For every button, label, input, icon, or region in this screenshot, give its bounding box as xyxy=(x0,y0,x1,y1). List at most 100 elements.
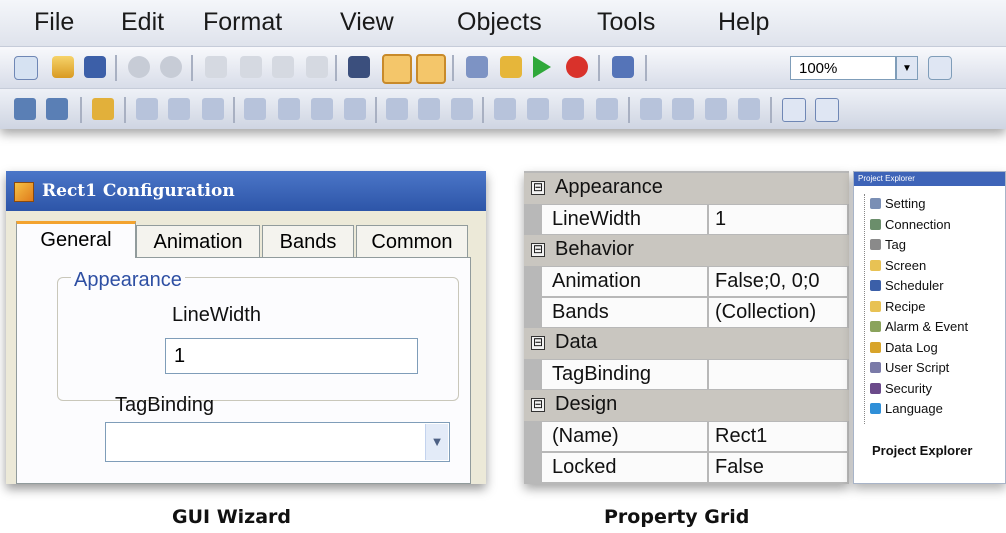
tree-item-security[interactable]: Security xyxy=(870,381,932,397)
security-icon xyxy=(870,382,881,394)
window-icon[interactable] xyxy=(928,56,952,80)
space-h-icon[interactable] xyxy=(494,98,516,120)
bring-front-icon[interactable] xyxy=(14,98,36,120)
open-icon[interactable] xyxy=(52,56,74,78)
property-value[interactable] xyxy=(709,360,847,389)
lock-icon[interactable] xyxy=(92,98,114,120)
property-value[interactable]: False;0, 0;0 xyxy=(709,267,847,296)
frame-icon[interactable] xyxy=(815,98,839,122)
undo-icon[interactable] xyxy=(128,56,150,78)
menu-help[interactable]: Help xyxy=(718,8,769,37)
property-row-locked[interactable]: Locked False xyxy=(524,452,849,483)
stop-icon[interactable] xyxy=(566,56,588,78)
space-v-icon[interactable] xyxy=(640,98,662,120)
download-icon[interactable] xyxy=(612,56,634,78)
tab-animation[interactable]: Animation xyxy=(136,225,260,257)
menu-file[interactable]: File xyxy=(34,8,74,37)
collapse-icon[interactable]: ⊟ xyxy=(531,398,545,412)
chevron-down-icon[interactable]: ▼ xyxy=(425,424,448,460)
linewidth-input[interactable]: 1 xyxy=(165,338,418,374)
tree-item-label: Setting xyxy=(885,196,926,211)
tag-icon xyxy=(870,239,881,250)
property-row-bands[interactable]: Bands (Collection) xyxy=(524,297,849,328)
chevron-down-icon[interactable]: ▼ xyxy=(896,56,918,80)
build-icon[interactable] xyxy=(466,56,488,78)
paste-icon[interactable] xyxy=(272,56,294,78)
property-row-linewidth[interactable]: LineWidth 1 xyxy=(524,204,849,235)
align-center-icon[interactable] xyxy=(168,98,190,120)
property-row-animation[interactable]: Animation False;0, 0;0 xyxy=(524,266,849,297)
menu-objects[interactable]: Objects xyxy=(457,8,542,37)
same-size-icon[interactable] xyxy=(344,98,366,120)
tree-item-data-log[interactable]: Data Log xyxy=(870,340,938,356)
new-icon[interactable] xyxy=(14,56,38,80)
align-middle-icon[interactable] xyxy=(311,98,333,120)
tree-item-user-script[interactable]: User Script xyxy=(870,360,949,376)
play-icon[interactable] xyxy=(533,56,551,78)
toolbar-separator xyxy=(335,55,337,81)
category-design[interactable]: ⊟ Design xyxy=(524,390,849,421)
tree-item-label: Data Log xyxy=(885,339,938,355)
zoom-combobox[interactable]: 100% xyxy=(790,56,896,80)
run-icon[interactable] xyxy=(500,56,522,78)
collapse-icon[interactable]: ⊟ xyxy=(531,243,545,257)
property-value[interactable]: (Collection) xyxy=(709,298,847,327)
center-icon[interactable] xyxy=(451,98,473,120)
property-name: Locked xyxy=(542,453,707,482)
category-behavior[interactable]: ⊟ Behavior xyxy=(524,235,849,266)
tree-item-tag[interactable]: Tag xyxy=(870,237,906,253)
tab-order-icon[interactable] xyxy=(782,98,806,122)
space-h-increase-icon[interactable] xyxy=(527,98,549,120)
tree-item-alarm-event[interactable]: Alarm & Event xyxy=(870,319,968,335)
space-v-remove-icon[interactable] xyxy=(738,98,760,120)
setting-icon xyxy=(870,198,881,209)
space-v-increase-icon[interactable] xyxy=(672,98,694,120)
property-row-name[interactable]: (Name) Rect1 xyxy=(524,421,849,452)
save-icon[interactable] xyxy=(84,56,106,78)
tab-bands[interactable]: Bands xyxy=(262,225,354,257)
delete-icon[interactable] xyxy=(306,56,328,78)
tab-common[interactable]: Common xyxy=(356,225,468,257)
cut-icon[interactable] xyxy=(205,56,227,78)
tree-item-recipe[interactable]: Recipe xyxy=(870,299,925,315)
tab-general[interactable]: General xyxy=(16,221,136,258)
tree-connector xyxy=(864,194,866,424)
connection-icon xyxy=(870,218,881,230)
align-top-icon[interactable] xyxy=(244,98,266,120)
space-h-remove-icon[interactable] xyxy=(596,98,618,120)
property-value[interactable]: Rect1 xyxy=(709,422,847,451)
tree-item-setting[interactable]: Setting xyxy=(870,196,925,212)
menu-format[interactable]: Format xyxy=(203,8,282,37)
collapse-icon[interactable]: ⊟ xyxy=(531,181,545,195)
property-row-tagbinding[interactable]: TagBinding xyxy=(524,359,849,390)
property-value[interactable]: False xyxy=(709,453,847,482)
space-v-decrease-icon[interactable] xyxy=(705,98,727,120)
find-icon[interactable] xyxy=(348,56,370,78)
group-icon[interactable] xyxy=(386,98,408,120)
grid-icon[interactable] xyxy=(382,54,412,84)
category-data[interactable]: ⊟ Data xyxy=(524,328,849,359)
category-label: Data xyxy=(555,331,598,353)
snap-icon[interactable] xyxy=(416,54,446,84)
space-h-decrease-icon[interactable] xyxy=(562,98,584,120)
tree-item-language[interactable]: Language xyxy=(870,401,943,417)
align-bottom-icon[interactable] xyxy=(278,98,300,120)
tagbinding-combobox[interactable]: ▼ xyxy=(105,422,450,462)
align-left-icon[interactable] xyxy=(136,98,158,120)
send-back-icon[interactable] xyxy=(46,98,68,120)
tree-item-screen[interactable]: Screen xyxy=(870,258,926,274)
menu-view[interactable]: View xyxy=(340,8,394,37)
ungroup-icon[interactable] xyxy=(418,98,440,120)
script-icon xyxy=(870,362,881,373)
tree-item-connection[interactable]: Connection xyxy=(870,217,951,233)
redo-icon[interactable] xyxy=(160,56,182,78)
category-appearance[interactable]: ⊟ Appearance xyxy=(524,173,849,204)
tree-item-scheduler[interactable]: Scheduler xyxy=(870,278,944,294)
menu-tools[interactable]: Tools xyxy=(597,8,655,37)
collapse-icon[interactable]: ⊟ xyxy=(531,336,545,350)
property-value[interactable]: 1 xyxy=(709,205,847,234)
align-right-icon[interactable] xyxy=(202,98,224,120)
menu-edit[interactable]: Edit xyxy=(121,8,164,37)
toolbar-separator xyxy=(628,97,630,123)
copy-icon[interactable] xyxy=(240,56,262,78)
